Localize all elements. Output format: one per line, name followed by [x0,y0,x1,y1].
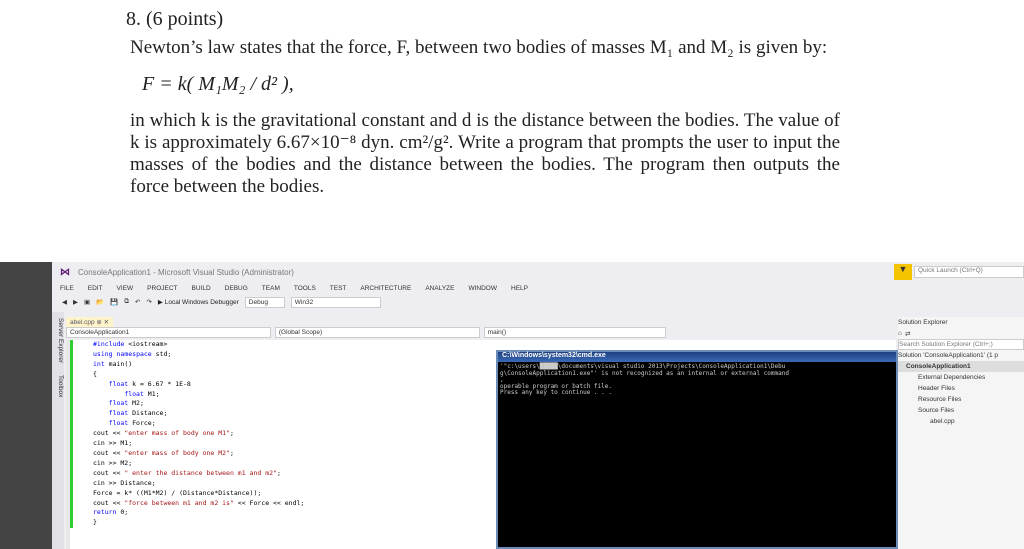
open-icon[interactable]: 📂 [96,298,104,306]
menu-test[interactable]: TEST [330,285,347,292]
toolbox-tab[interactable]: Toolbox [52,375,64,397]
file-tab-abel-cpp[interactable]: abel.cpp ⊕ ✕ [66,317,114,327]
problem-statement: 8. (6 points) Newton’s law states that t… [126,8,840,198]
menu-edit[interactable]: EDIT [88,285,103,292]
home-icon[interactable]: ⌂ [898,330,902,337]
equation: F = k( M₁M₂ / d² ), [142,73,294,95]
tree-item-abel-cpp[interactable]: abel.cpp [898,416,1024,427]
console-output: '"c:\users\█████\documents\visual studio… [500,363,789,396]
back-icon[interactable]: ◀ [62,298,67,306]
new-project-icon[interactable]: ▣ [84,298,90,306]
menu-bar: FILE EDIT VIEW PROJECT BUILD DEBUG TEAM TOOLS TE… [52,282,1024,294]
problem-body: in which k is the gravitational constant… [130,110,840,197]
tree-item-solution[interactable]: Solution 'ConsoleApplication1' (1 p [898,350,1024,361]
vs-logo-icon: ⋈ [60,266,70,278]
save-all-icon[interactable]: ⧉ [124,298,129,306]
start-debugger-button[interactable]: ▶ Local Windows Debugger [158,298,239,306]
background-bar [0,262,52,549]
server-explorer-tab[interactable]: Server Explorer [52,318,64,363]
save-icon[interactable]: 💾 [110,298,118,306]
problem-heading: 8. (6 points) [126,8,224,30]
toolbar: ◀ ▶ ▣ 📂 💾 ⧉ ↶ ↷ ▶ Local Windows Debugger Debu… [52,294,1024,310]
menu-build[interactable]: BUILD [192,285,211,292]
menu-team[interactable]: TEAM [262,285,280,292]
side-tool-strip: Server Explorer Toolbox [52,312,64,549]
menu-architecture[interactable]: ARCHITECTURE [360,285,411,292]
solution-search-input[interactable]: Search Solution Explorer (Ctrl+;) [898,339,1024,350]
sync-icon[interactable]: ⇄ [905,330,910,338]
menu-debug[interactable]: DEBUG [225,285,248,292]
solution-explorer-toolbar: ⌂ ⇄ [898,328,1024,339]
tree-item-source-files[interactable]: Source Files [898,405,1024,416]
menu-file[interactable]: FILE [60,285,74,292]
notification-filter-icon[interactable]: ▼ [894,264,912,280]
menu-view[interactable]: VIEW [117,285,134,292]
forward-icon[interactable]: ▶ [73,298,78,306]
tree-item-resource-files[interactable]: Resource Files [898,394,1024,405]
console-window[interactable]: C:\Windows\system32\cmd.exe '"c:\users\█… [496,350,898,549]
navigation-bar: ConsoleApplication1 (Global Scope) main(… [66,327,666,339]
console-title: C:\Windows\system32\cmd.exe [498,352,896,362]
redo-icon[interactable]: ↷ [146,298,151,306]
menu-window[interactable]: WINDOW [468,285,497,292]
problem-intro: Newton’s law states that the force, F, b… [130,37,828,58]
menu-analyze[interactable]: ANALYZE [425,285,454,292]
tree-item-header-files[interactable]: Header Files [898,383,1024,394]
scope-dropdown[interactable]: (Global Scope) [274,327,480,338]
undo-icon[interactable]: ↶ [135,298,140,306]
code-line[interactable]: #include <iostream> [93,340,896,350]
platform-select[interactable]: Win32 [290,296,381,308]
project-dropdown[interactable]: ConsoleApplication1 [66,327,271,338]
configuration-select[interactable]: Debug [244,296,285,308]
tree-item-external-dependencies[interactable]: External Dependencies [898,372,1024,383]
solution-explorer: Solution Explorer ⌂ ⇄ Search Solution Exp… [898,317,1024,549]
menu-project[interactable]: PROJECT [147,285,177,292]
title-bar: ⋈ ConsoleApplication1 - Microsoft Visual … [52,262,1024,282]
menu-tools[interactable]: TOOLS [294,285,316,292]
window-title: ConsoleApplication1 - Microsoft Visual S… [78,267,294,277]
quick-launch-input[interactable]: Quick Launch (Ctrl+Q) [914,266,1024,278]
tree-item-project[interactable]: ConsoleApplication1 [898,361,1024,372]
solution-explorer-title: Solution Explorer [898,319,948,326]
visual-studio-window: ⋈ ConsoleApplication1 - Microsoft Visual … [52,262,1024,549]
member-dropdown[interactable]: main() [483,327,666,338]
menu-help[interactable]: HELP [511,285,528,292]
